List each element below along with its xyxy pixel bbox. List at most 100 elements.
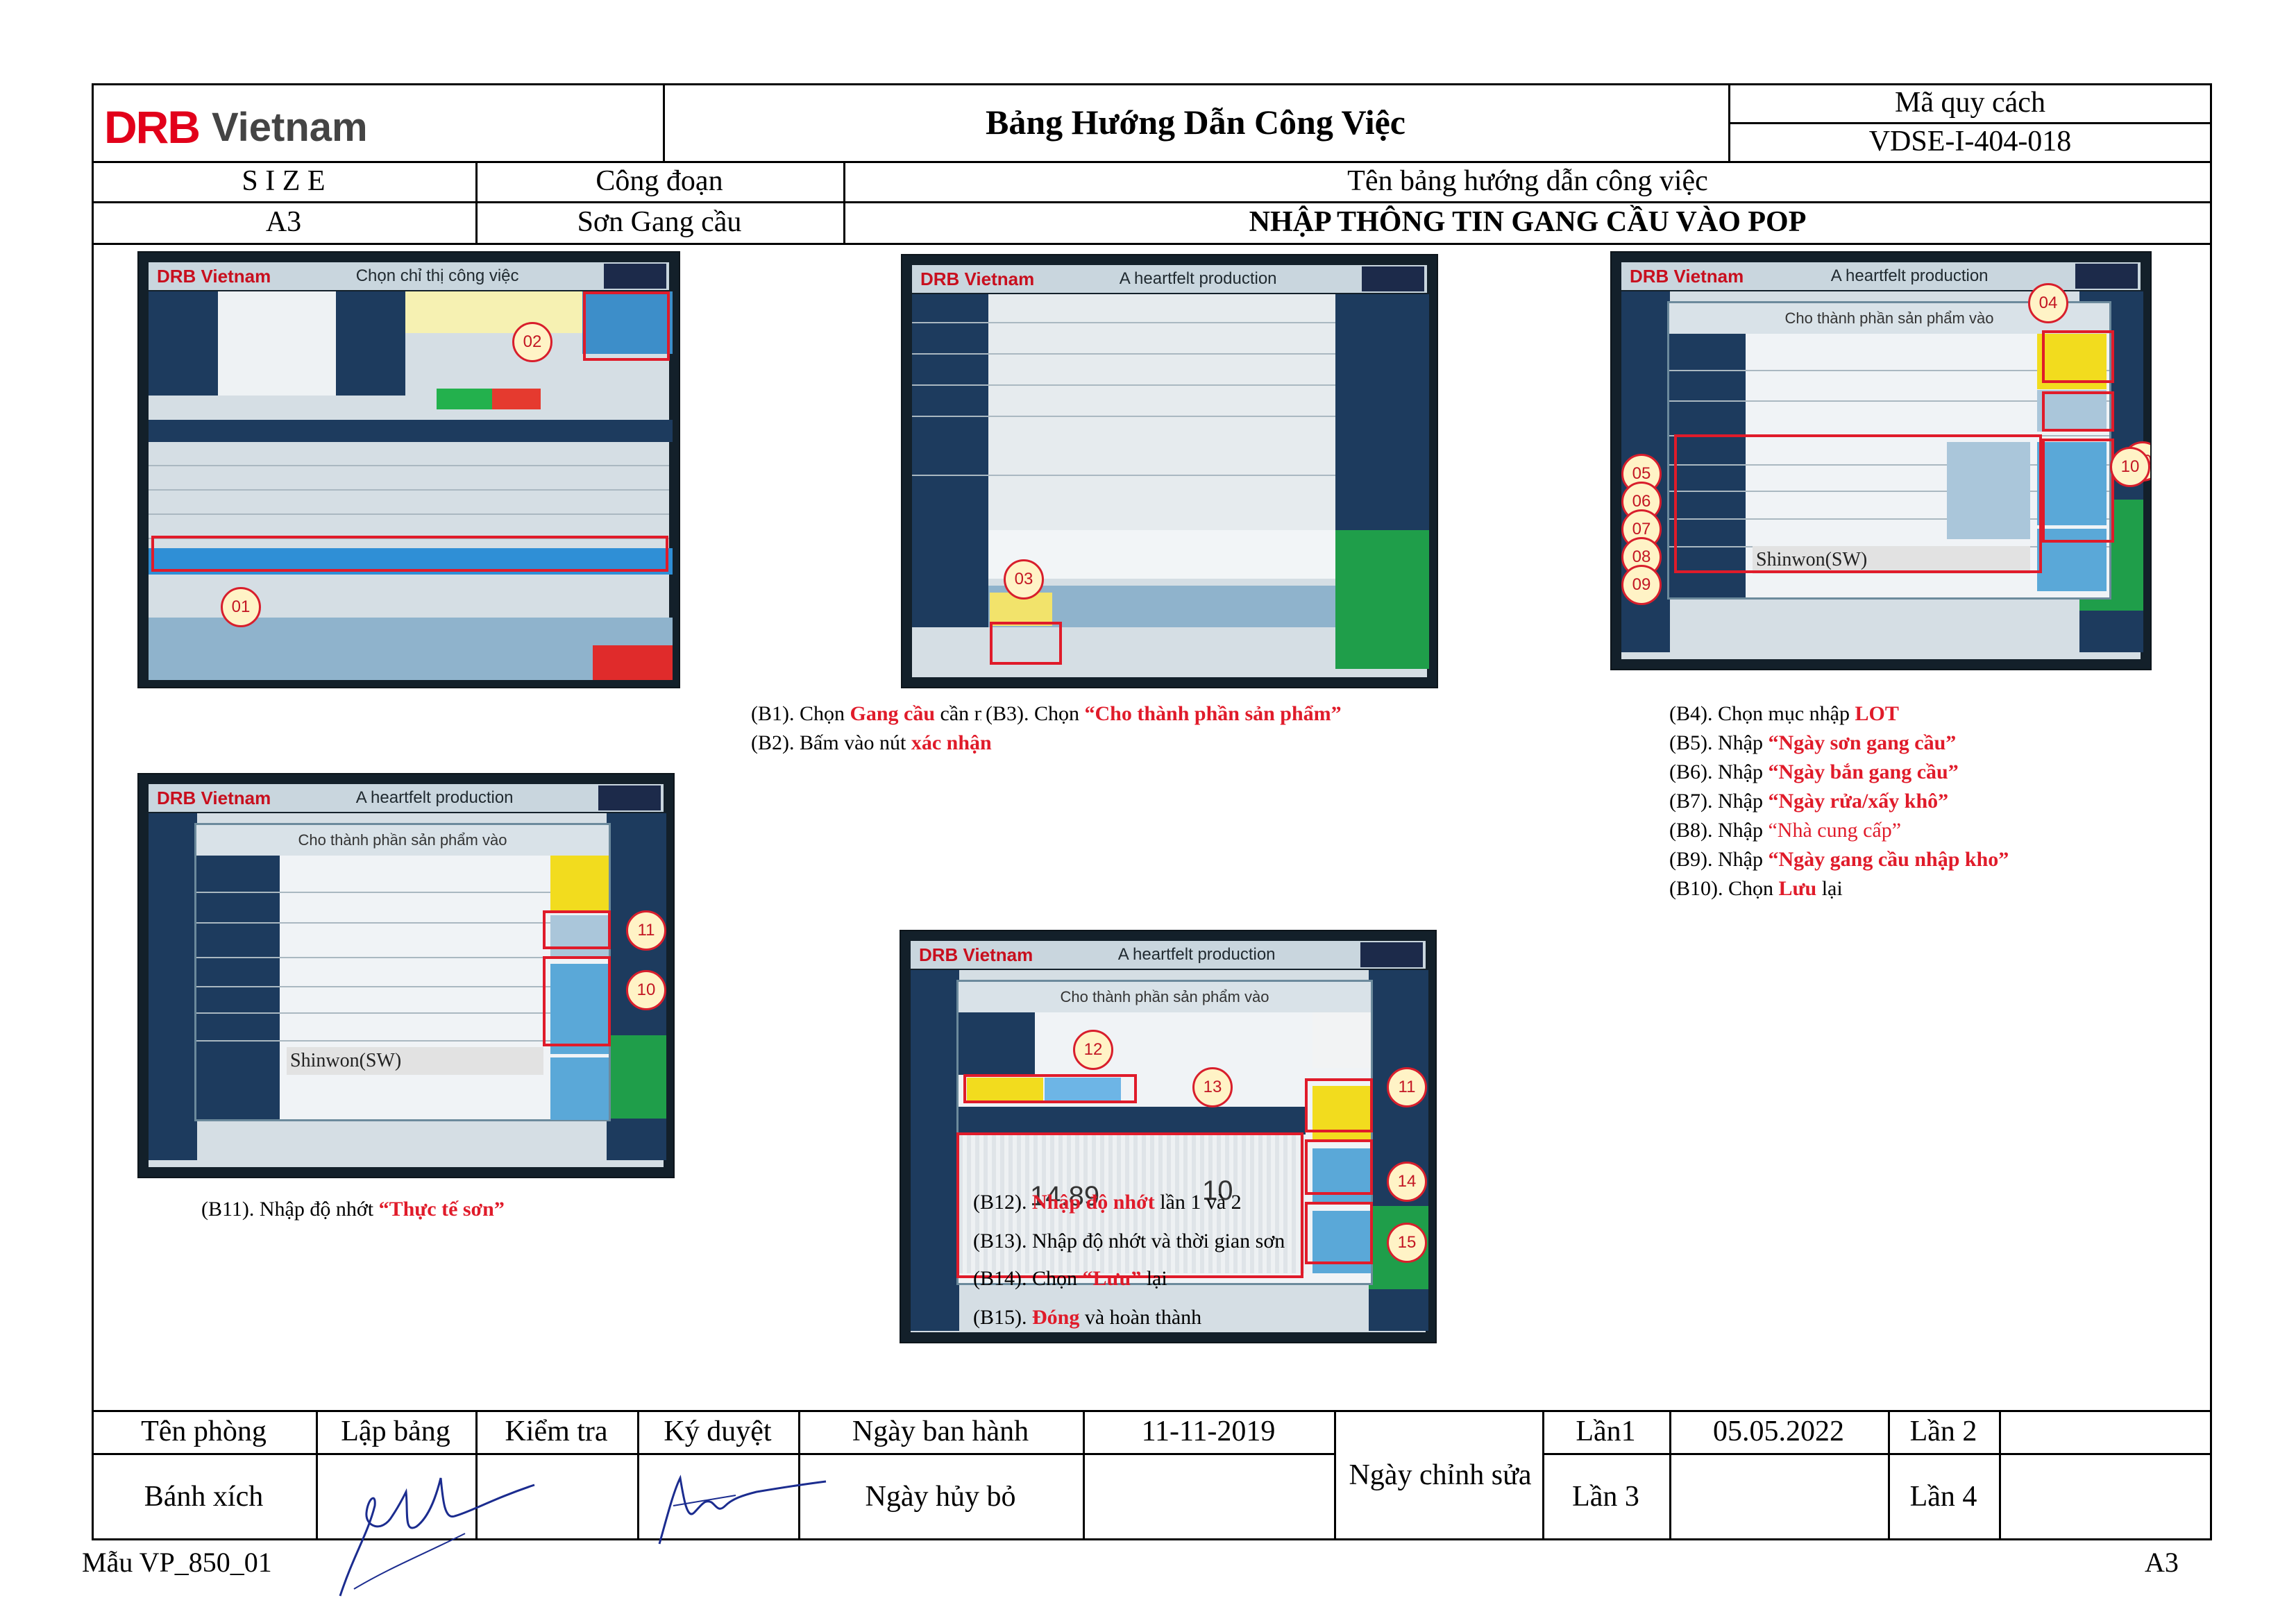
step-b14: (B14). Chọn “Lưu” lại — [973, 1264, 1167, 1293]
footer-divider — [1999, 1410, 2001, 1540]
step-b6: (B6). Nhập “Ngày bắn gang cầu” — [1669, 758, 1959, 787]
rev1-value: 05.05.2022 — [1713, 1415, 1844, 1447]
callout-02: 02 — [512, 322, 552, 362]
signature-approved — [658, 1475, 827, 1545]
step-text: (B10). Chọn — [1669, 877, 1779, 900]
step-text: (B5). Nhập — [1669, 731, 1769, 754]
size-label: S I Z E — [242, 164, 326, 197]
signature-prepared — [339, 1477, 535, 1597]
screen-title: A heartfelt production — [1119, 269, 1277, 288]
step-tail: lại — [1816, 877, 1843, 900]
highlight-close — [1305, 1202, 1373, 1264]
step-b2: (B2). Bấm vào nút xác nhận — [751, 729, 992, 758]
callout-12: 12 — [1073, 1030, 1113, 1070]
callout-01: 01 — [221, 587, 261, 627]
callout-15: 15 — [1387, 1223, 1427, 1263]
step-highlight: Nhập độ nhớt — [1032, 1191, 1155, 1214]
rev1-label: Lần1 — [1576, 1415, 1636, 1447]
step-tail: lần 1 và 2 — [1154, 1191, 1242, 1214]
step-b5: (B5). Nhập “Ngày sơn gang cầu” — [1669, 729, 1956, 758]
dialog-title: Cho thành phần sản phẩm vào — [196, 825, 609, 856]
approved-label: Ký duyệt — [664, 1415, 772, 1447]
screen-brand: DRB Vietnam — [919, 944, 1033, 965]
highlight-save — [543, 956, 611, 1046]
step-highlight: “Lưu” — [1082, 1267, 1142, 1290]
screen-brand: DRB Vietnam — [157, 787, 271, 808]
step-b10: (B10). Chọn Lưu lại — [1669, 874, 1843, 903]
step-text: (B9). Nhập — [1669, 848, 1769, 871]
step-highlight: “Nhà cung cấp” — [1768, 819, 1902, 842]
step-b3-text: (B3). Chọn — [986, 702, 1085, 725]
highlight-actual — [543, 910, 611, 949]
rev3-label: Lần 3 — [1572, 1480, 1639, 1513]
highlight-confirm — [583, 291, 670, 361]
screen-title: Chọn chỉ thị công việc — [355, 266, 519, 285]
size-value: A3 — [265, 205, 302, 238]
highlight-save — [2042, 439, 2114, 543]
step-highlight: Lưu — [1778, 877, 1817, 900]
highlight-paint-tabs — [963, 1074, 1137, 1103]
step-highlight: LOT — [1855, 702, 1899, 725]
step-text: (B7). Nhập — [1669, 790, 1769, 813]
callout-14: 14 — [1387, 1162, 1427, 1202]
step-text: (B12). — [973, 1191, 1032, 1214]
step-text: (B15). — [973, 1306, 1032, 1329]
logo-brand: DRB — [104, 101, 201, 153]
highlight-order-row — [151, 536, 668, 572]
footer-divider — [1334, 1410, 1336, 1540]
step-b3-highlight: “Cho thành phần sản phẩm” — [1084, 702, 1342, 725]
form-code: Mẫu VP_850_01 — [82, 1547, 272, 1578]
guide-name-label: Tên bảng hướng dẫn công việc — [1347, 164, 1708, 197]
step-highlight: “Ngày rửa/xấy khô” — [1768, 790, 1949, 813]
callout-09: 09 — [1621, 565, 1662, 605]
callout-10: 10 — [2110, 447, 2150, 487]
highlight-product-button — [990, 622, 1062, 665]
callout-04: 04 — [2028, 283, 2068, 323]
guide-name-value: NHẬP THÔNG TIN GANG CẦU VÀO POP — [1249, 205, 1807, 238]
code-label: Mã quy cách — [1895, 86, 2045, 119]
checked-label: Kiểm tra — [505, 1415, 608, 1447]
callout-11: 11 — [626, 910, 666, 951]
supplier-value: Shinwon(SW) — [290, 1050, 402, 1071]
step-highlight: Đóng — [1032, 1306, 1080, 1329]
dialog-title: Cho thành phần sản phẩm vào — [959, 982, 1371, 1012]
highlight-actual — [1305, 1078, 1373, 1132]
highlight-fields — [1674, 434, 2042, 573]
logo-country: Vietnam — [212, 104, 368, 150]
step-b4: (B4). Chọn mục nhập LOT — [1669, 699, 1899, 729]
step-text: (B4). Chọn mục nhập — [1669, 702, 1855, 725]
cancel-date-label: Ngày hủy bỏ — [865, 1480, 1016, 1513]
screen-brand: DRB Vietnam — [1630, 265, 1744, 287]
process-label: Công đoạn — [596, 164, 723, 197]
callout-03: 03 — [1004, 559, 1044, 600]
prepared-label: Lập bảng — [341, 1415, 450, 1447]
rev4-label: Lần 4 — [1909, 1480, 1977, 1513]
step-b9: (B9). Nhập “Ngày gang cầu nhập kho” — [1669, 845, 2009, 874]
document-title: Bảng Hướng Dẫn Công Việc — [985, 102, 1406, 142]
process-value: Sơn Gang cầu — [577, 205, 742, 238]
step-b15: (B15). Đóng và hoàn thành — [973, 1303, 1201, 1332]
screenshot-select-work-order: DRB Vietnam Chọn chỉ thị công việc 02 01 — [137, 251, 680, 688]
step-highlight: “Ngày sơn gang cầu” — [1768, 731, 1957, 754]
highlight-actual — [2042, 391, 2114, 432]
step-text: (B6). Nhập — [1669, 760, 1769, 783]
step-b13: (B13). Nhập độ nhớt và thời gian sơn — [973, 1230, 1285, 1252]
step-text: (B8). Nhập — [1669, 819, 1769, 842]
info-bottom-line — [92, 243, 2212, 245]
screenshot-product-dialog: DRB Vietnam A heartfelt production Cho th… — [1610, 251, 2152, 670]
paper-size: A3 — [2145, 1547, 2179, 1578]
step-b7: (B7). Nhập “Ngày rửa/xấy khô” — [1669, 787, 1948, 816]
rev2-label: Lần 2 — [1909, 1415, 1977, 1447]
screen-title: A heartfelt production — [1830, 266, 1989, 285]
screen-brand: DRB Vietnam — [157, 265, 271, 287]
step-text: (B14). Chọn — [973, 1267, 1083, 1290]
step-highlight: “Thực tế sơn” — [378, 1198, 505, 1221]
step-b2-text: (B2). Bấm vào nút — [751, 731, 911, 754]
highlight-lot — [2042, 330, 2114, 383]
callout-13: 13 — [1192, 1067, 1233, 1107]
step-b2-highlight: xác nhận — [911, 731, 992, 754]
screen-title: A heartfelt production — [355, 788, 514, 807]
callout-10: 10 — [626, 970, 666, 1010]
step-text: (B11). Nhập độ nhớt — [201, 1198, 379, 1221]
step-b3: (B3). Chọn “Cho thành phần sản phẩm” — [981, 699, 1342, 729]
